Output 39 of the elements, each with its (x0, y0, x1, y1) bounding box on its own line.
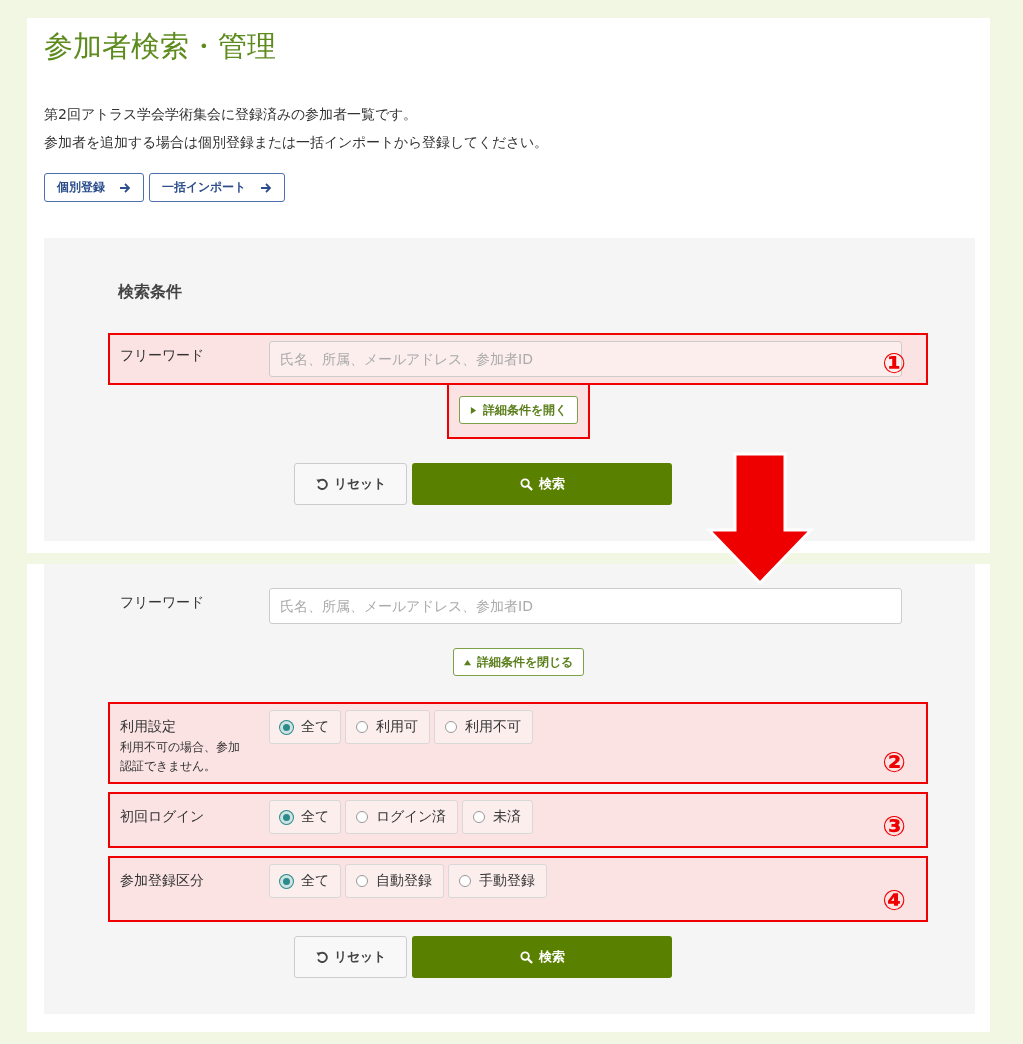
field-label: フリーワード (120, 346, 205, 365)
radio-option[interactable]: 手動登録 (448, 864, 547, 898)
callout-number: ③ (882, 810, 906, 844)
field-label: 初回ログイン (120, 808, 205, 826)
field-label: 利用設定 (120, 718, 177, 736)
section-heading: 検索条件 (117, 282, 183, 303)
radio-option[interactable]: 利用可 (345, 710, 430, 744)
description-text: 参加者を追加する場合は個別登録または一括インポートから登録してください。 (44, 133, 549, 152)
callout-number: ④ (882, 884, 906, 918)
undo-icon (315, 477, 329, 491)
caret-icon (463, 658, 471, 666)
arrow-right-icon (260, 182, 272, 193)
radio-option[interactable]: 全て (269, 864, 341, 898)
toggle-button[interactable]: 詳細条件を閉じる (452, 648, 584, 676)
reset-button[interactable]: リセット (294, 936, 407, 978)
field-label: 参加登録区分 (120, 872, 205, 890)
radio-option[interactable]: 全て (269, 800, 341, 834)
undo-icon (315, 950, 329, 964)
radio-option[interactable]: 自動登録 (345, 864, 444, 898)
radio-option[interactable]: 利用不可 (434, 710, 533, 744)
field-label: フリーワード (120, 593, 205, 612)
reset-button[interactable]: リセット (294, 463, 407, 505)
link-button[interactable]: 個別登録 (44, 173, 144, 202)
radio-option[interactable]: 全て (269, 710, 341, 744)
radio-option[interactable]: ログイン済 (345, 800, 458, 834)
page-title: 参加者検索・管理 (44, 28, 277, 64)
search-field[interactable]: 氏名、所属、メールアドレス、参加者ID (269, 588, 902, 624)
callout-number: ② (882, 746, 906, 780)
toggle-button[interactable]: 詳細条件を開く (458, 396, 578, 424)
caret-icon (469, 406, 477, 414)
field-note: 利用不可の場合、参加認証できません。 (120, 739, 241, 775)
radio-option[interactable]: 未済 (462, 800, 533, 834)
search-icon (519, 950, 533, 964)
search-button[interactable]: 検索 (412, 936, 672, 978)
link-button[interactable]: 一括インポート (149, 173, 285, 202)
description-text: 第2回アトラス学会学術集会に登録済みの参加者一覧です。 (44, 105, 418, 124)
search-button[interactable]: 検索 (412, 463, 672, 505)
arrow-right-icon (119, 182, 131, 193)
search-icon (519, 477, 533, 491)
